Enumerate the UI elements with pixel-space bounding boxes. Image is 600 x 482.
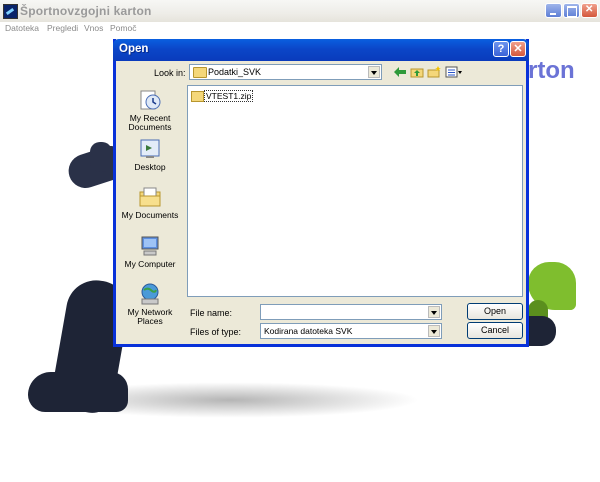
mascot-arm-tip	[90, 142, 112, 172]
minimize-button[interactable]	[545, 3, 562, 18]
chevron-down-icon	[368, 66, 380, 78]
file-name: VTEST1.zip	[204, 90, 254, 102]
menu-vnos[interactable]: Vnos	[84, 23, 103, 33]
zip-folder-icon	[191, 91, 204, 102]
help-button[interactable]: ?	[493, 41, 509, 57]
menu-bar: Datoteka Pregledi Vnos Pomoč	[0, 22, 600, 36]
back-icon[interactable]	[393, 66, 407, 78]
place-label: My Computer	[124, 259, 176, 269]
mascot-dark-shape	[528, 316, 556, 346]
recent-documents-icon	[138, 88, 162, 112]
menu-datoteka[interactable]: Datoteka	[5, 23, 39, 33]
file-name-label: File name:	[190, 308, 233, 318]
main-title-bar: Športnovzgojni karton	[0, 0, 600, 23]
place-recent-documents[interactable]: My Recent Documents	[117, 88, 183, 132]
place-label: My Network Places	[127, 307, 173, 326]
look-in-label: Look in:	[154, 68, 186, 78]
place-label: My Documents	[121, 210, 179, 220]
view-menu-icon[interactable]	[445, 66, 463, 78]
desktop-icon	[138, 137, 162, 161]
up-folder-icon[interactable]	[410, 66, 424, 78]
files-of-type-dropdown[interactable]: Kodirana datoteka SVK	[260, 323, 442, 339]
file-name-input[interactable]	[260, 304, 442, 320]
files-of-type-label: Files of type:	[190, 327, 242, 337]
open-button[interactable]: Open	[467, 303, 523, 320]
maximize-button[interactable]	[563, 3, 580, 18]
look-in-dropdown[interactable]: Podatki_SVK	[189, 64, 382, 80]
new-folder-icon[interactable]	[427, 66, 441, 78]
cancel-button[interactable]: Cancel	[467, 322, 523, 339]
look-in-value: Podatki_SVK	[208, 67, 262, 77]
my-computer-icon	[138, 234, 162, 258]
place-label: My Recent Documents	[128, 113, 172, 132]
place-network[interactable]: My Network Places	[117, 282, 183, 326]
folder-icon	[193, 67, 207, 78]
close-window-button[interactable]	[581, 3, 598, 18]
close-dialog-button[interactable]: ✕	[510, 41, 526, 57]
place-my-computer[interactable]: My Computer	[117, 234, 183, 269]
chevron-down-icon	[428, 325, 440, 337]
my-documents-icon	[138, 185, 162, 209]
network-places-icon	[138, 282, 162, 306]
app-title: Športnovzgojni karton	[20, 4, 152, 18]
dialog-title-bar: Open ? ✕	[113, 39, 529, 61]
place-desktop[interactable]: Desktop	[117, 137, 183, 172]
chevron-down-icon	[428, 306, 440, 318]
place-label: Desktop	[134, 162, 166, 172]
mascot-foot	[28, 372, 128, 412]
dialog-title: Open	[119, 43, 149, 55]
menu-pregledi[interactable]: Pregledi	[47, 23, 78, 33]
places-bar: My Recent Documents Desktop My Documents…	[117, 85, 183, 340]
menu-pomoc[interactable]: Pomoč	[110, 23, 136, 33]
files-of-type-value: Kodirana datoteka SVK	[264, 326, 353, 336]
place-my-documents[interactable]: My Documents	[117, 185, 183, 220]
file-list[interactable]: VTEST1.zip	[187, 85, 523, 297]
brand-text: rton	[528, 57, 575, 84]
app-icon	[3, 4, 18, 19]
